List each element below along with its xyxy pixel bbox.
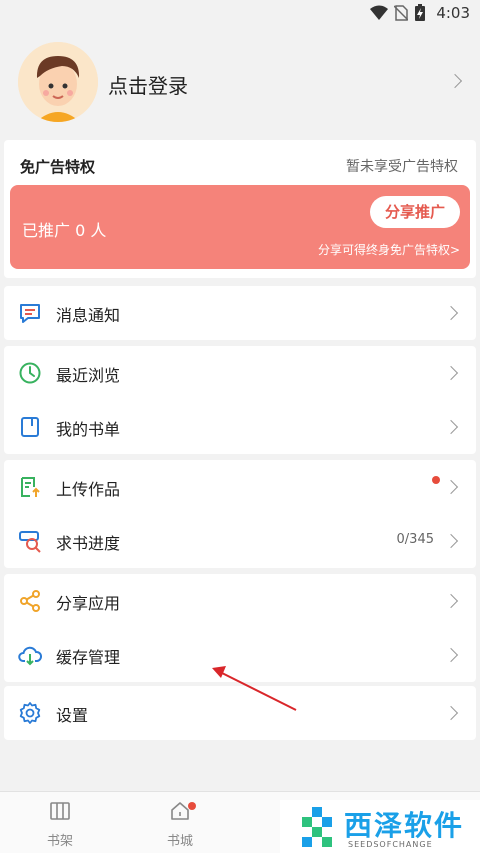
works-card: 上传作品 求书进度 0/345 [4,460,476,568]
clock: 4:03 [436,4,470,22]
bookshelf-icon [50,802,70,820]
menu-item-request-progress[interactable]: 求书进度 0/345 [4,514,476,568]
menu-item-settings[interactable]: 设置 [4,686,476,740]
ad-privilege-card: 免广告特权 暂未享受广告特权 已推广 0 人 分享推广 分享可得终身免广告特权> [4,140,476,278]
watermark-subtext: SEEDSOFCHANGE [348,840,433,849]
chevron-right-icon [443,479,459,495]
clock-icon [19,362,41,384]
menu-item-cache[interactable]: 缓存管理 [4,628,476,682]
menu-item-label: 分享应用 [56,594,121,613]
cloud-download-icon [18,646,42,666]
message-icon [20,304,40,323]
menu-item-label: 设置 [56,706,89,725]
share-icon [20,590,40,612]
ad-privilege-status: 暂未享受广告特权 [346,159,458,175]
chevron-right-icon [443,533,459,549]
menu-item-label: 缓存管理 [56,648,121,667]
book-icon [21,417,39,437]
menu-item-recent[interactable]: 最近浏览 [4,346,476,400]
tab-label: 书架 [46,834,73,849]
profile-login-row[interactable]: 点击登录 [0,40,480,128]
request-count: 0/345 [396,532,434,547]
promoted-count: 已推广 0 人 [22,221,107,240]
notification-dot [432,476,440,484]
avatar-illustration [18,42,98,122]
wifi-icon [370,5,389,20]
menu-item-label: 最近浏览 [56,366,121,385]
search-book-icon [19,531,41,553]
settings-card: 设置 [4,686,476,740]
chevron-right-icon [447,73,463,89]
tab-label: 书城 [166,834,193,849]
watermark-emblem-icon [302,807,332,847]
promotion-banner: 已推广 0 人 分享推广 分享可得终身免广告特权> [10,185,470,269]
messages-card: 消息通知 [4,286,476,340]
avatar[interactable] [18,42,98,122]
gear-icon [19,702,41,724]
watermark-logo: 西泽软件 SEEDSOFCHANGE [280,800,480,853]
chevron-right-icon [443,419,459,435]
watermark-text: 西泽软件 [344,809,465,842]
share-hint-link[interactable]: 分享可得终身免广告特权> [318,241,460,258]
app-card: 分享应用 缓存管理 [4,574,476,682]
menu-item-label: 求书进度 [56,534,121,553]
upload-document-icon [21,477,40,497]
chevron-right-icon [443,647,459,663]
sim-off-icon [394,5,409,21]
chevron-right-icon [443,305,459,321]
tab-bookshelf[interactable]: 书架 [30,800,90,849]
menu-item-upload[interactable]: 上传作品 [4,460,476,514]
chevron-right-icon [443,365,459,381]
login-label[interactable]: 点击登录 [108,70,188,99]
menu-item-label: 消息通知 [56,306,121,325]
chevron-right-icon [443,593,459,609]
menu-item-label: 我的书单 [56,420,121,439]
menu-item-messages[interactable]: 消息通知 [4,286,476,340]
ad-privilege-title: 免广告特权 [20,158,96,176]
tab-bookstore[interactable]: 书城 [150,800,210,849]
menu-item-label: 上传作品 [56,480,121,499]
share-promote-button[interactable]: 分享推广 [370,196,460,228]
notification-dot [188,802,196,810]
menu-item-booklist[interactable]: 我的书单 [4,400,476,454]
reading-card: 最近浏览 我的书单 [4,346,476,454]
menu-item-share-app[interactable]: 分享应用 [4,574,476,628]
chevron-right-icon [443,705,459,721]
battery-charging-icon [415,4,426,21]
status-icons: 4:03 [370,4,470,22]
status-bar: 4:03 [0,0,480,28]
